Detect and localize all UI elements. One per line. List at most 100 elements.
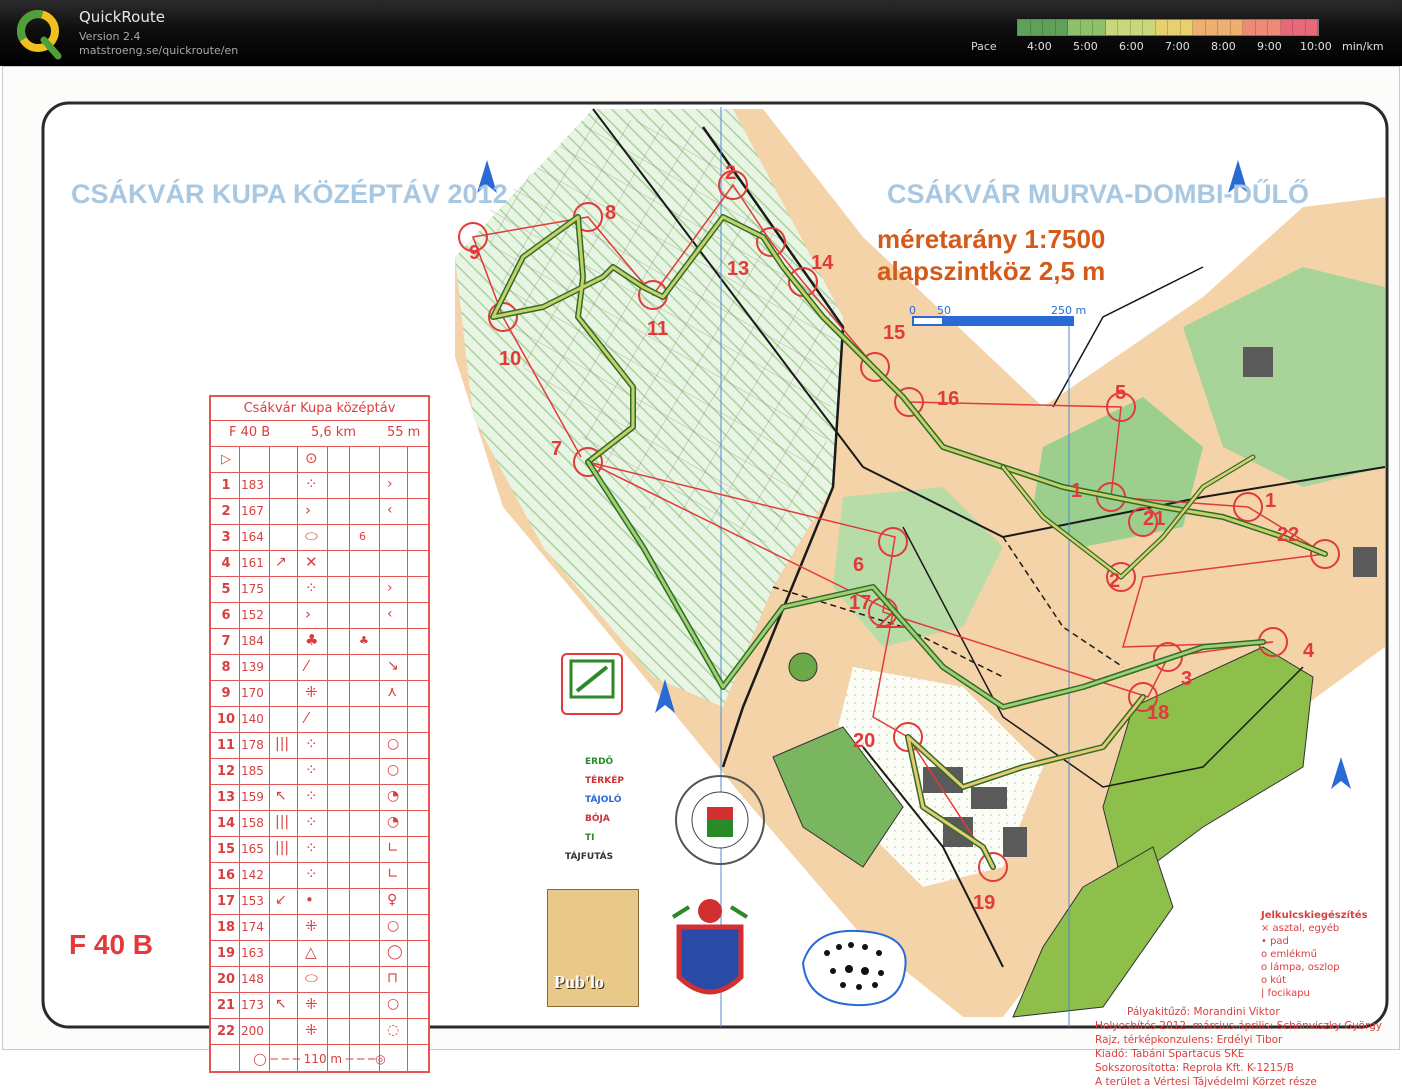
cd-feature-icon: ⁄: [305, 657, 308, 675]
cd-control-code: 159: [241, 790, 264, 804]
cd-divider: [297, 447, 299, 1071]
cd-location-icon: ›: [387, 580, 393, 596]
pace-scale-segment: [1305, 20, 1318, 35]
cd-feature-icon: △: [305, 943, 317, 961]
cd-title: Csákvár Kupa középtáv: [211, 397, 428, 421]
control-number-label: 13: [727, 258, 749, 280]
credit-line: Rajz, térképkonzulens: Erdélyi Tibor: [1095, 1034, 1283, 1046]
control-description-sheet: Csákvár Kupa középtáv F 40 B 5,6 km 55 m…: [209, 395, 430, 1073]
cd-control-code: 158: [241, 816, 264, 830]
cd-feature-icon: ⁜: [305, 683, 318, 701]
cd-climb: 55 m: [387, 425, 421, 440]
control-number-label: 21: [1143, 508, 1165, 530]
credit-line: Kiadó: Tabáni Spartacus SKE: [1095, 1048, 1245, 1060]
cd-location-icon: ♀: [387, 892, 398, 908]
pace-label: Pace: [971, 40, 997, 53]
control-number-label: 15: [883, 322, 905, 344]
pace-tick-label: 10:00: [1300, 40, 1332, 53]
cd-finish-row: ◯ ─ ─ ─ 110 m ─ ─ ─◎: [211, 1047, 428, 1071]
green-circle-patch: [788, 652, 818, 682]
cd-control-code: 178: [241, 738, 264, 752]
cd-length: 5,6 km: [311, 425, 356, 440]
cd-control-code: 164: [241, 530, 264, 544]
legend-item: o kút: [1261, 975, 1287, 986]
cd-control-number: 7: [221, 634, 231, 649]
sport-icon-label: TI: [585, 833, 595, 843]
cd-control-number: 13: [216, 790, 236, 805]
legend-item: o lámpa, oszlop: [1261, 962, 1340, 973]
cd-control-row: 18 174 ⁜ ○: [211, 915, 428, 941]
cd-finish-distance: 110 m: [303, 1052, 343, 1066]
map-legend: Jelkulcskiegészítés × asztal, egyéb • pad…: [1261, 909, 1368, 1000]
cd-control-code: 163: [241, 946, 264, 960]
cd-which-feature-icon: |||: [275, 840, 290, 856]
pace-scale-segment: [1093, 20, 1106, 35]
cd-control-number: 8: [221, 660, 231, 675]
cd-location-icon: ◯: [387, 944, 403, 960]
cd-control-row: 15 165 ||| ⁘ ∟: [211, 837, 428, 863]
start-location-icon: ⊙: [305, 449, 318, 467]
cd-control-number: 17: [216, 894, 236, 909]
map-credits: Pályakitűző: Morandini Viktor Helyesbítés…: [1095, 1005, 1382, 1089]
cd-control-row: 16 142 ⁘ ∟: [211, 863, 428, 889]
cd-control-code: 174: [241, 920, 264, 934]
credit-line: Helyesbítés 2012. március-április: Schön…: [1095, 1020, 1382, 1032]
pace-tick-label: 6:00: [1119, 40, 1144, 53]
cd-feature-icon: ›: [305, 501, 311, 519]
cd-control-row: 4 161 ↗ ✕: [211, 551, 428, 577]
control-number-label: 1: [1071, 480, 1082, 502]
start-symbol-icon: ▷: [221, 452, 231, 467]
cd-feature-icon: ⁘: [305, 839, 318, 857]
app-url-link[interactable]: matstroeng.se/quickroute/en: [79, 44, 238, 57]
cd-feature-icon: ⁜: [305, 917, 318, 935]
app-header: QuickRoute Version 2.4 matstroeng.se/qui…: [0, 0, 1402, 66]
cd-control-row: 11 178 ||| ⁘ ○: [211, 733, 428, 759]
pace-scale-segment: [1218, 20, 1231, 35]
legend-item: • pad: [1261, 936, 1289, 947]
cd-control-number: 22: [216, 1024, 236, 1039]
scale-bar-label-mid: 50: [937, 304, 951, 317]
cd-control-number: 6: [221, 608, 231, 623]
cd-control-row: 13 159 ↖ ⁘ ◔: [211, 785, 428, 811]
cd-control-row: 2 167 › ‹: [211, 499, 428, 525]
cd-feature-icon: ⁘: [305, 475, 318, 493]
pace-scale-segment: [1180, 20, 1193, 35]
sport-icons-logo: ERDŐ TÉRKÉP TÁJOLÓ BÓJA TI TÁJFUTÁS: [559, 757, 629, 877]
app-title: QuickRoute: [79, 8, 165, 26]
pub-logo-text: Pub'lo: [554, 972, 605, 992]
pace-scale-segment: [1255, 20, 1268, 35]
quickroute-logo-icon: [17, 10, 62, 60]
cd-control-code: 175: [241, 582, 264, 596]
cd-control-row: 19 163 △ ◯: [211, 941, 428, 967]
map-canvas[interactable]: 0 50 250 m 2 8 9 10 11 13 14 15 16 5 1 2…: [2, 66, 1400, 1088]
legend-item: | focikapu: [1261, 988, 1310, 999]
scale-bar-label-end: 250 m: [1051, 304, 1086, 317]
cd-feature-icon: ⁘: [305, 761, 318, 779]
cd-control-row: 22 200 ⁜ ◌: [211, 1019, 428, 1045]
class-label: F 40 B: [69, 929, 154, 960]
sport-icon-label: TÁJFUTÁS: [565, 852, 614, 862]
cd-control-row: 9 170 ⁜ ⋏: [211, 681, 428, 707]
cd-control-row: 12 185 ⁘ ○: [211, 759, 428, 785]
cd-feature-icon: ♣: [305, 631, 319, 649]
pace-scale-segment: [1030, 20, 1043, 35]
finish-circle-icon: ◯ ─ ─ ─: [253, 1052, 300, 1066]
pace-tick-label: 7:00: [1165, 40, 1190, 53]
cd-control-number: 5: [221, 582, 231, 597]
pace-scale-segment: [1268, 20, 1281, 35]
club-logo-icon: [561, 653, 623, 715]
cd-feature-icon: ⁘: [305, 813, 318, 831]
map-title-right: CSÁKVÁR MURVA-DOMBI-DŰLŐ: [887, 179, 1309, 209]
pace-scale-segment: [1230, 20, 1243, 35]
control-number-label: 7: [551, 438, 562, 460]
pace-scale-segment: [1105, 20, 1118, 35]
pace-scale-segment: [1193, 20, 1206, 35]
legend-item: o emlékmű: [1261, 949, 1317, 960]
cd-control-number: 4: [221, 556, 231, 571]
cd-control-number: 1: [221, 478, 231, 493]
control-number-label: 6: [853, 554, 864, 576]
cd-which-feature-icon: ↖: [275, 788, 287, 804]
cd-control-number: 18: [216, 920, 236, 935]
cd-control-number: 3: [221, 530, 231, 545]
cd-control-row: 17 153 ↙ • ♀: [211, 889, 428, 915]
